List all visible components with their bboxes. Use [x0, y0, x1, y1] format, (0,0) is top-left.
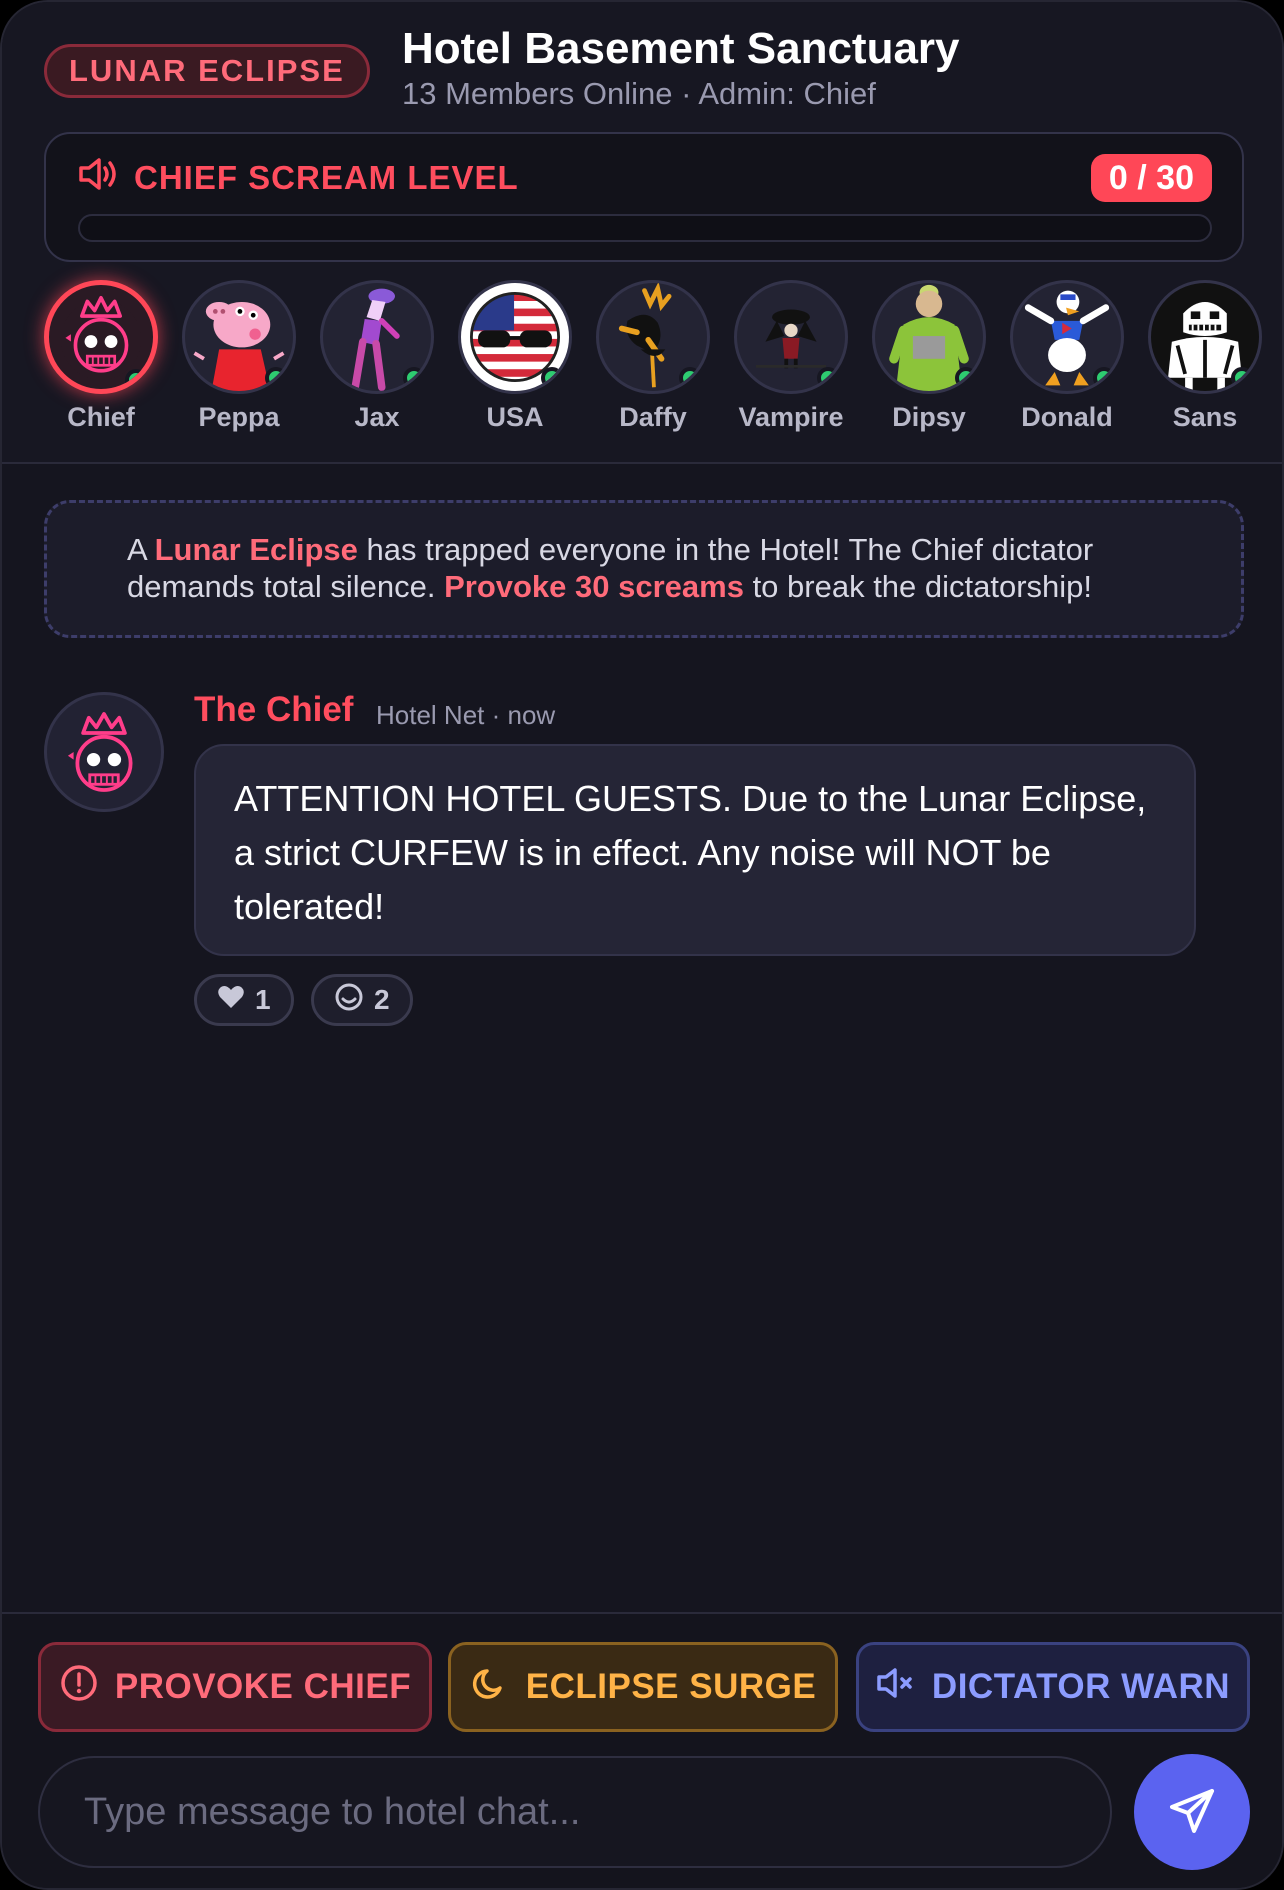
send-button[interactable] — [1134, 1754, 1250, 1870]
eclipse-surge-button[interactable]: ECLIPSE SURGE — [448, 1642, 838, 1732]
speaker-mute-icon — [876, 1665, 916, 1710]
peppa-avatar[interactable] — [182, 280, 296, 394]
message-meta: Hotel Net · now — [376, 700, 556, 730]
eclipse-surge-label: ECLIPSE SURGE — [525, 1667, 817, 1706]
member-list: Chief Peppa Jax USA Daffy Vampire Dipsy … — [2, 280, 1282, 440]
member-jax[interactable]: Jax — [312, 280, 442, 433]
provoke-chief-button[interactable]: PROVOKE CHIEF — [38, 1642, 432, 1732]
online-status-dot — [265, 367, 287, 389]
system-notice: A Lunar Eclipse has trapped everyone in … — [44, 500, 1244, 638]
member-name: Chief — [67, 402, 135, 432]
online-status-dot — [541, 367, 563, 389]
chat-header: LUNAR ECLIPSE Hotel Basement Sanctuary 1… — [2, 2, 1282, 464]
alert-circle-icon — [59, 1663, 99, 1712]
daffy-avatar[interactable] — [596, 280, 710, 394]
notice-highlight: Provoke 30 screams — [444, 569, 744, 604]
reaction-heart[interactable]: 1 — [194, 974, 294, 1026]
online-status-dot — [403, 367, 425, 389]
member-sans[interactable]: Sans — [1140, 280, 1270, 433]
vampire-avatar[interactable] — [734, 280, 848, 394]
member-name: Daffy — [619, 402, 687, 432]
message-author-avatar[interactable] — [44, 692, 164, 812]
scream-progress-bar — [78, 214, 1212, 242]
bottom-bar: PROVOKE CHIEF ECLIPSE SURGE DICTATOR WAR… — [2, 1612, 1282, 1888]
provoke-chief-label: PROVOKE CHIEF — [114, 1667, 412, 1706]
scream-count-badge: 0 / 30 — [1090, 154, 1212, 202]
app-window: LUNAR ECLIPSE Hotel Basement Sanctuary 1… — [0, 0, 1284, 1890]
speaker-loud-icon — [78, 156, 120, 200]
online-status-dot — [679, 367, 701, 389]
member-usa[interactable]: USA — [450, 280, 580, 433]
notice-highlight: Lunar Eclipse — [154, 532, 358, 567]
online-status-dot — [1093, 367, 1115, 389]
moon-icon — [470, 1663, 510, 1712]
room-subtitle: 13 Members Online · Admin: Chief — [402, 76, 876, 111]
scream-meter-label: CHIEF SCREAM LEVEL — [78, 156, 519, 200]
notice-text: A — [127, 532, 155, 567]
donald-avatar[interactable] — [1010, 280, 1124, 394]
member-chief[interactable]: Chief — [36, 280, 166, 433]
online-status-dot — [955, 367, 977, 389]
event-badge: LUNAR ECLIPSE — [44, 44, 370, 98]
sans-avatar[interactable] — [1148, 280, 1262, 394]
scream-label-text: CHIEF SCREAM LEVEL — [134, 159, 519, 196]
online-status-dot — [1231, 367, 1253, 389]
reaction-smile[interactable]: 2 — [311, 974, 413, 1026]
member-name: Jax — [354, 402, 400, 432]
dictator-warn-label: DICTATOR WARN — [931, 1667, 1231, 1706]
online-status-dot — [125, 369, 147, 389]
chief-avatar[interactable] — [44, 280, 158, 394]
member-name: USA — [486, 402, 544, 432]
member-vampire[interactable]: Vampire — [726, 280, 856, 433]
message-author[interactable]: The Chief — [194, 690, 353, 730]
member-name: Dipsy — [892, 402, 966, 432]
member-dipsy[interactable]: Dipsy — [864, 280, 994, 433]
member-name: Donald — [1021, 402, 1113, 432]
member-daffy[interactable]: Daffy — [588, 280, 718, 433]
reaction-count: 1 — [255, 984, 271, 1015]
member-name: Sans — [1172, 402, 1238, 432]
online-status-dot — [817, 367, 839, 389]
scream-meter-panel: CHIEF SCREAM LEVEL 0 / 30 — [44, 132, 1244, 262]
member-peppa[interactable]: Peppa — [174, 280, 304, 433]
reaction-count: 2 — [374, 984, 390, 1015]
usa-avatar[interactable] — [458, 280, 572, 394]
notice-text: to break the dictatorship! — [743, 569, 1093, 604]
room-title: Hotel Basement Sanctuary — [402, 24, 960, 73]
smile-icon — [334, 982, 364, 1019]
chat-message-input[interactable] — [38, 1756, 1112, 1868]
send-icon — [1166, 1785, 1218, 1840]
member-donald[interactable]: Donald — [1002, 280, 1132, 433]
dictator-warn-button[interactable]: DICTATOR WARN — [856, 1642, 1250, 1732]
heart-icon — [217, 984, 245, 1017]
member-name: Vampire — [738, 402, 844, 432]
member-name: Peppa — [198, 402, 280, 432]
message-bubble: ATTENTION HOTEL GUESTS. Due to the Lunar… — [194, 744, 1196, 956]
jax-avatar[interactable] — [320, 280, 434, 394]
dipsy-avatar[interactable] — [872, 280, 986, 394]
